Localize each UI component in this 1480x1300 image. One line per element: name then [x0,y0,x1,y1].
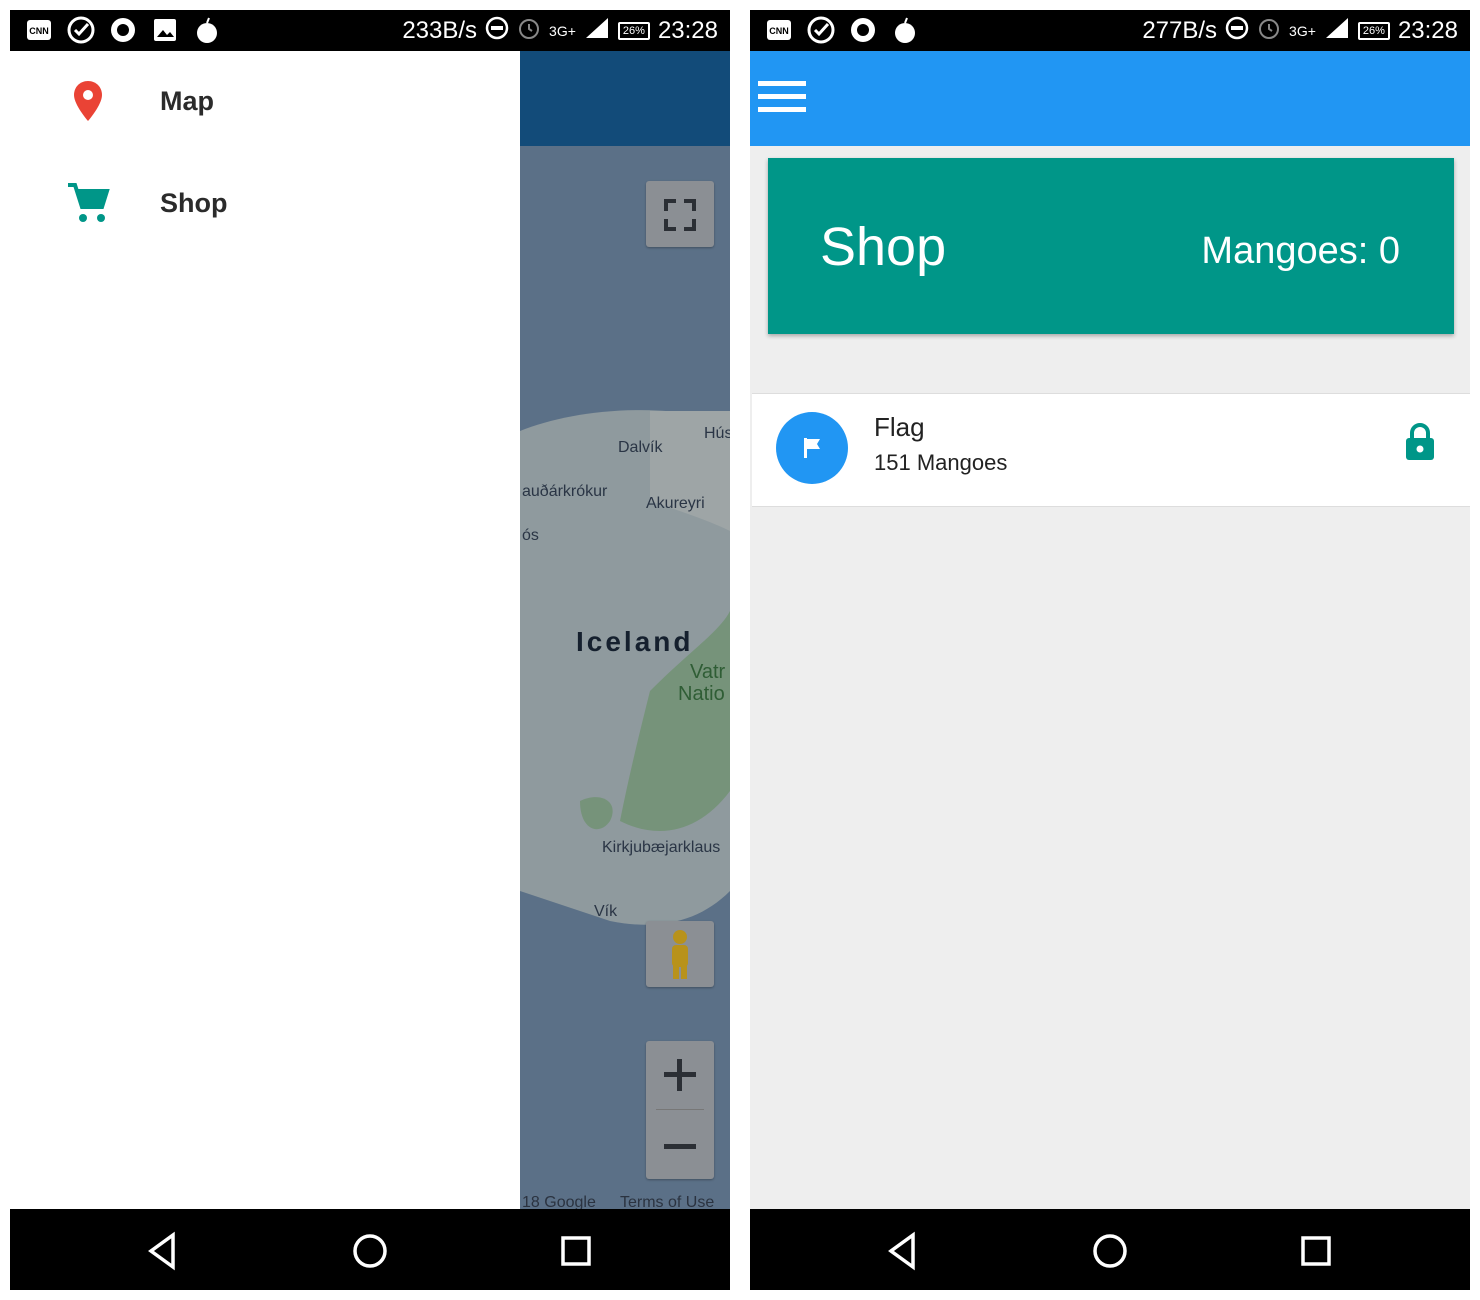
check-circle-icon [806,15,836,45]
dnd-icon [1225,16,1249,47]
recents-square-icon [561,1236,591,1266]
pegman-icon [672,930,688,979]
shop-item-flag[interactable]: Flag 151 Mangoes [752,393,1470,507]
fullscreen-button[interactable] [646,181,714,247]
map-label-os: ós [522,527,539,544]
map-label-dalvik: Dalvík [618,439,663,456]
alarm-icon [1257,16,1281,47]
fullscreen-icon [664,199,696,231]
shop-title: Shop [820,217,947,277]
drawer-item-label: Map [160,85,214,116]
map-label-natio: Natio [678,683,725,705]
cnn-notification-icon: CNN [764,15,794,45]
home-circle-icon [353,1234,387,1268]
flag-icon [776,412,848,484]
mangoes-count: Mangoes: 0 [1201,230,1400,272]
signal-icon [1324,16,1350,47]
menu-hamburger-icon[interactable] [758,81,806,117]
back-triangle-icon [148,1231,175,1271]
bomb-icon [890,15,920,45]
drawer-item-label: Shop [160,187,228,218]
right-phone-screen: CNN 277B/s 3G+ 26% 23:28 Shop Mangoes: 0… [750,10,1470,1290]
network-type: 3G+ [1289,23,1316,39]
check-circle-icon [66,15,96,45]
zoom-out-button[interactable] [646,1111,714,1179]
status-bar: CNN 233B/s 3G+ 26% 23:28 [10,10,730,51]
app-bar [750,51,1470,146]
drawer-item-shop[interactable]: Shop [10,158,520,248]
street-view-pegman-button[interactable] [646,921,714,987]
map-label-vatr: Vatr [690,661,726,683]
item-name: Flag [874,412,925,442]
map-label-akureyri: Akureyri [646,495,705,512]
terms-of-use-link[interactable]: Terms of Use [620,1194,714,1209]
network-speed: 233B/s [402,17,478,44]
network-speed: 277B/s [1142,17,1218,44]
lock-icon [1404,422,1436,462]
home-button[interactable] [1088,1229,1132,1273]
left-phone-screen: CNN 233B/s 3G+ 26% 23:28 Dalvík Hús auðá… [10,10,730,1290]
recents-button[interactable] [1294,1229,1338,1273]
item-price: 151 Mangoes [874,450,1008,475]
bomb-icon [192,15,222,45]
minus-icon [664,1144,696,1149]
back-triangle-icon [888,1231,915,1271]
home-circle-icon [1093,1234,1127,1268]
system-nav-bar [10,1209,730,1290]
plus-icon [664,1059,696,1091]
shop-header-card: Shop Mangoes: 0 [768,158,1454,334]
map-label-hus: Hús [704,425,730,442]
dnd-icon [485,16,509,47]
recents-button[interactable] [554,1229,598,1273]
image-icon [150,15,180,45]
zoom-in-button[interactable] [646,1041,714,1109]
map-label-kirkjubaejarklaus: Kirkjubæjarklaus [602,839,721,856]
map-label-saudarkrokur: auðárkrókur [522,483,608,500]
clock: 23:28 [657,17,718,44]
clock: 23:28 [1397,17,1458,44]
back-button[interactable] [883,1229,927,1273]
status-bar: CNN 277B/s 3G+ 26% 23:28 [750,10,1470,51]
map-credit: 18 Google [522,1194,596,1209]
zoom-controls [646,1041,714,1179]
svg-text:CNN: CNN [769,26,789,36]
circle-app-icon [848,15,878,45]
circle-app-icon [108,15,138,45]
back-button[interactable] [143,1229,187,1273]
drawer-item-map[interactable]: Map [10,56,520,146]
navigation-drawer: Map Shop [10,51,520,1209]
network-type: 3G+ [549,23,576,39]
cart-icon [66,181,110,225]
map-label-vik: Vík [594,903,618,920]
svg-text:CNN: CNN [29,26,49,36]
map-label-iceland: Iceland [576,626,694,657]
map-marker-icon [66,79,110,123]
signal-icon [584,16,610,47]
cnn-notification-icon: CNN [24,15,54,45]
system-nav-bar [750,1209,1470,1290]
home-button[interactable] [348,1229,392,1273]
shop-screen: Shop Mangoes: 0 Flag 151 Mangoes [750,51,1470,1209]
alarm-icon [517,16,541,47]
recents-square-icon [1301,1236,1331,1266]
battery-indicator: 26% [617,22,650,40]
battery-indicator: 26% [1357,22,1390,40]
